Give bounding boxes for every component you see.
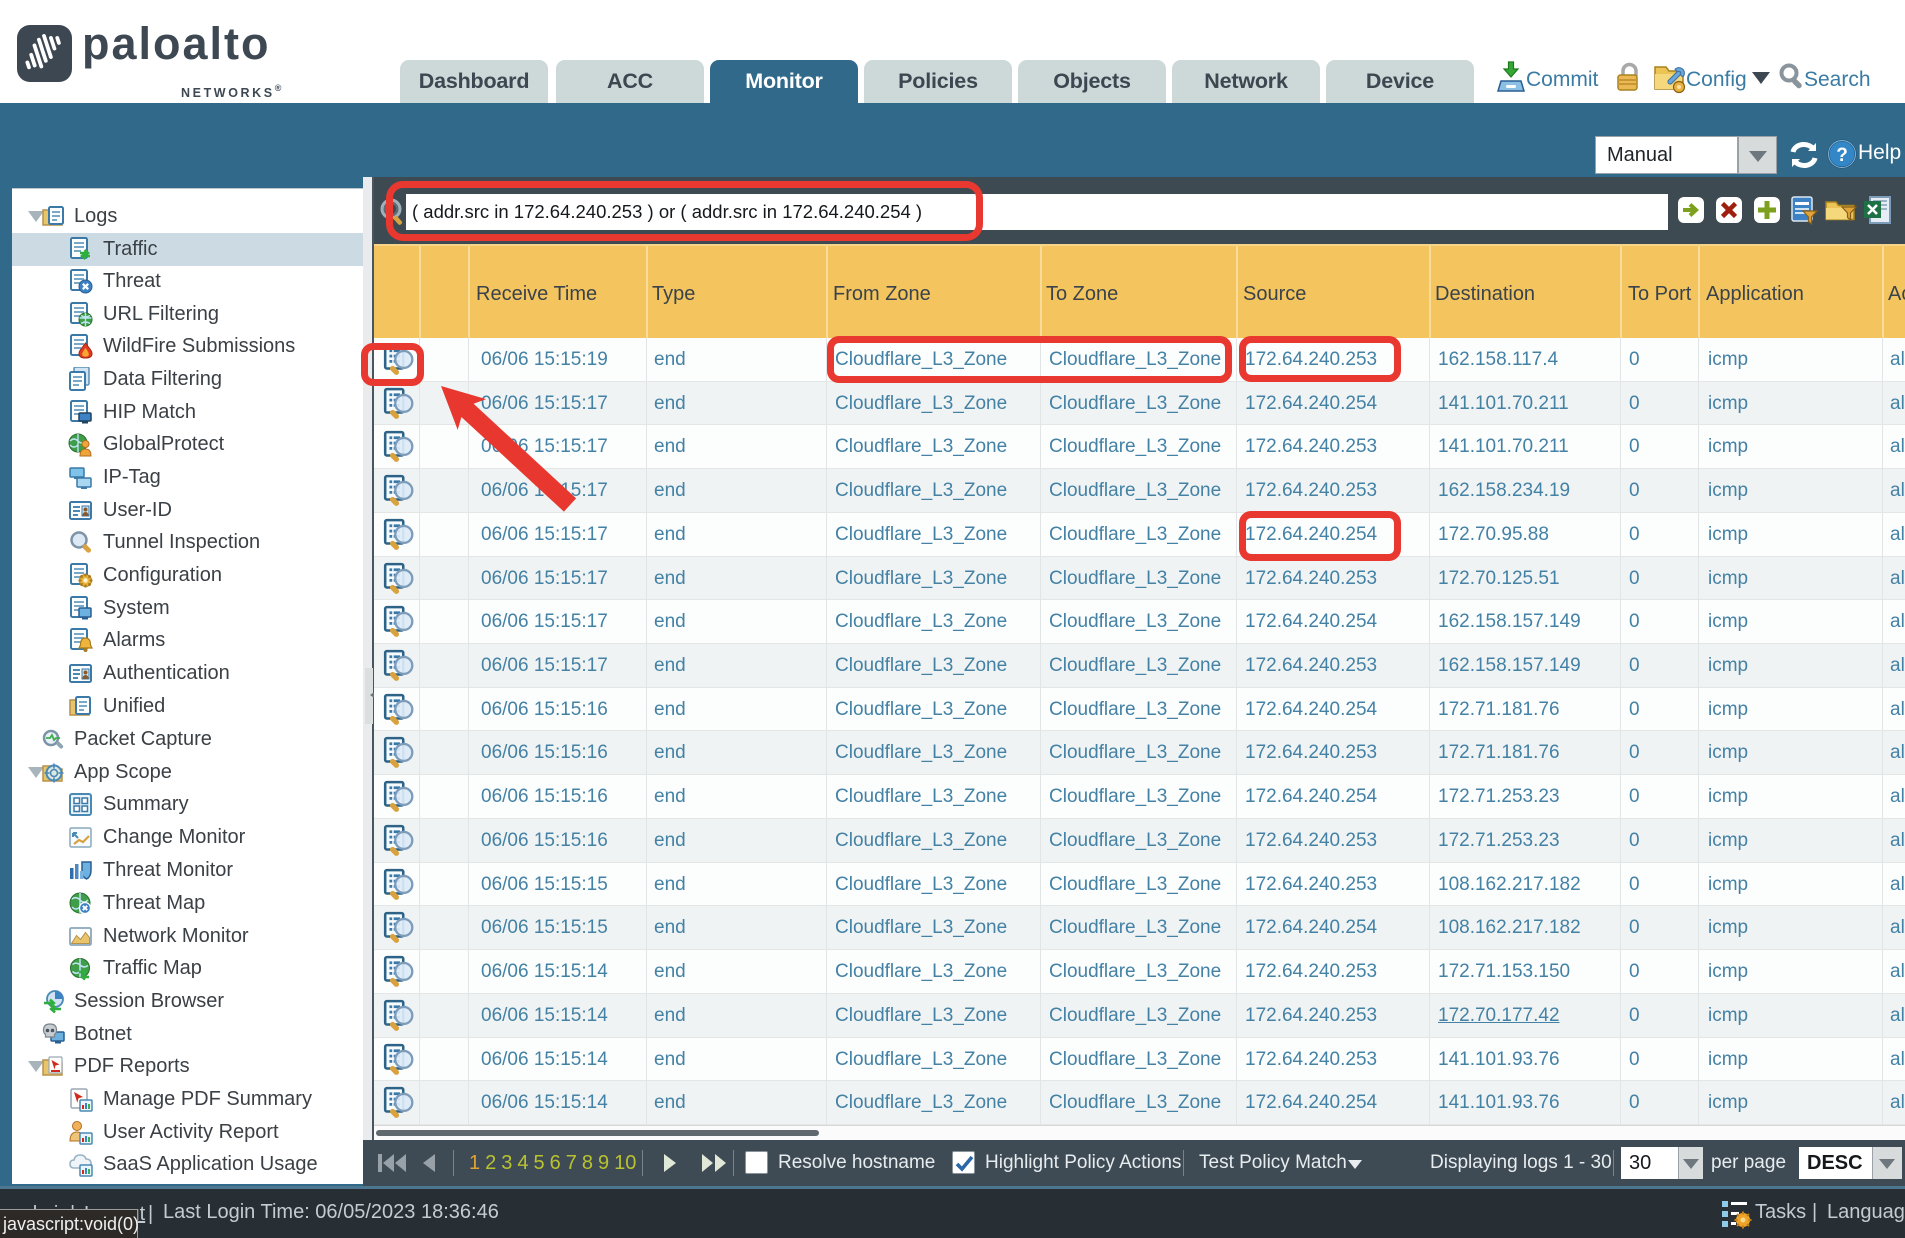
svg-text:?: ? — [1836, 145, 1848, 166]
